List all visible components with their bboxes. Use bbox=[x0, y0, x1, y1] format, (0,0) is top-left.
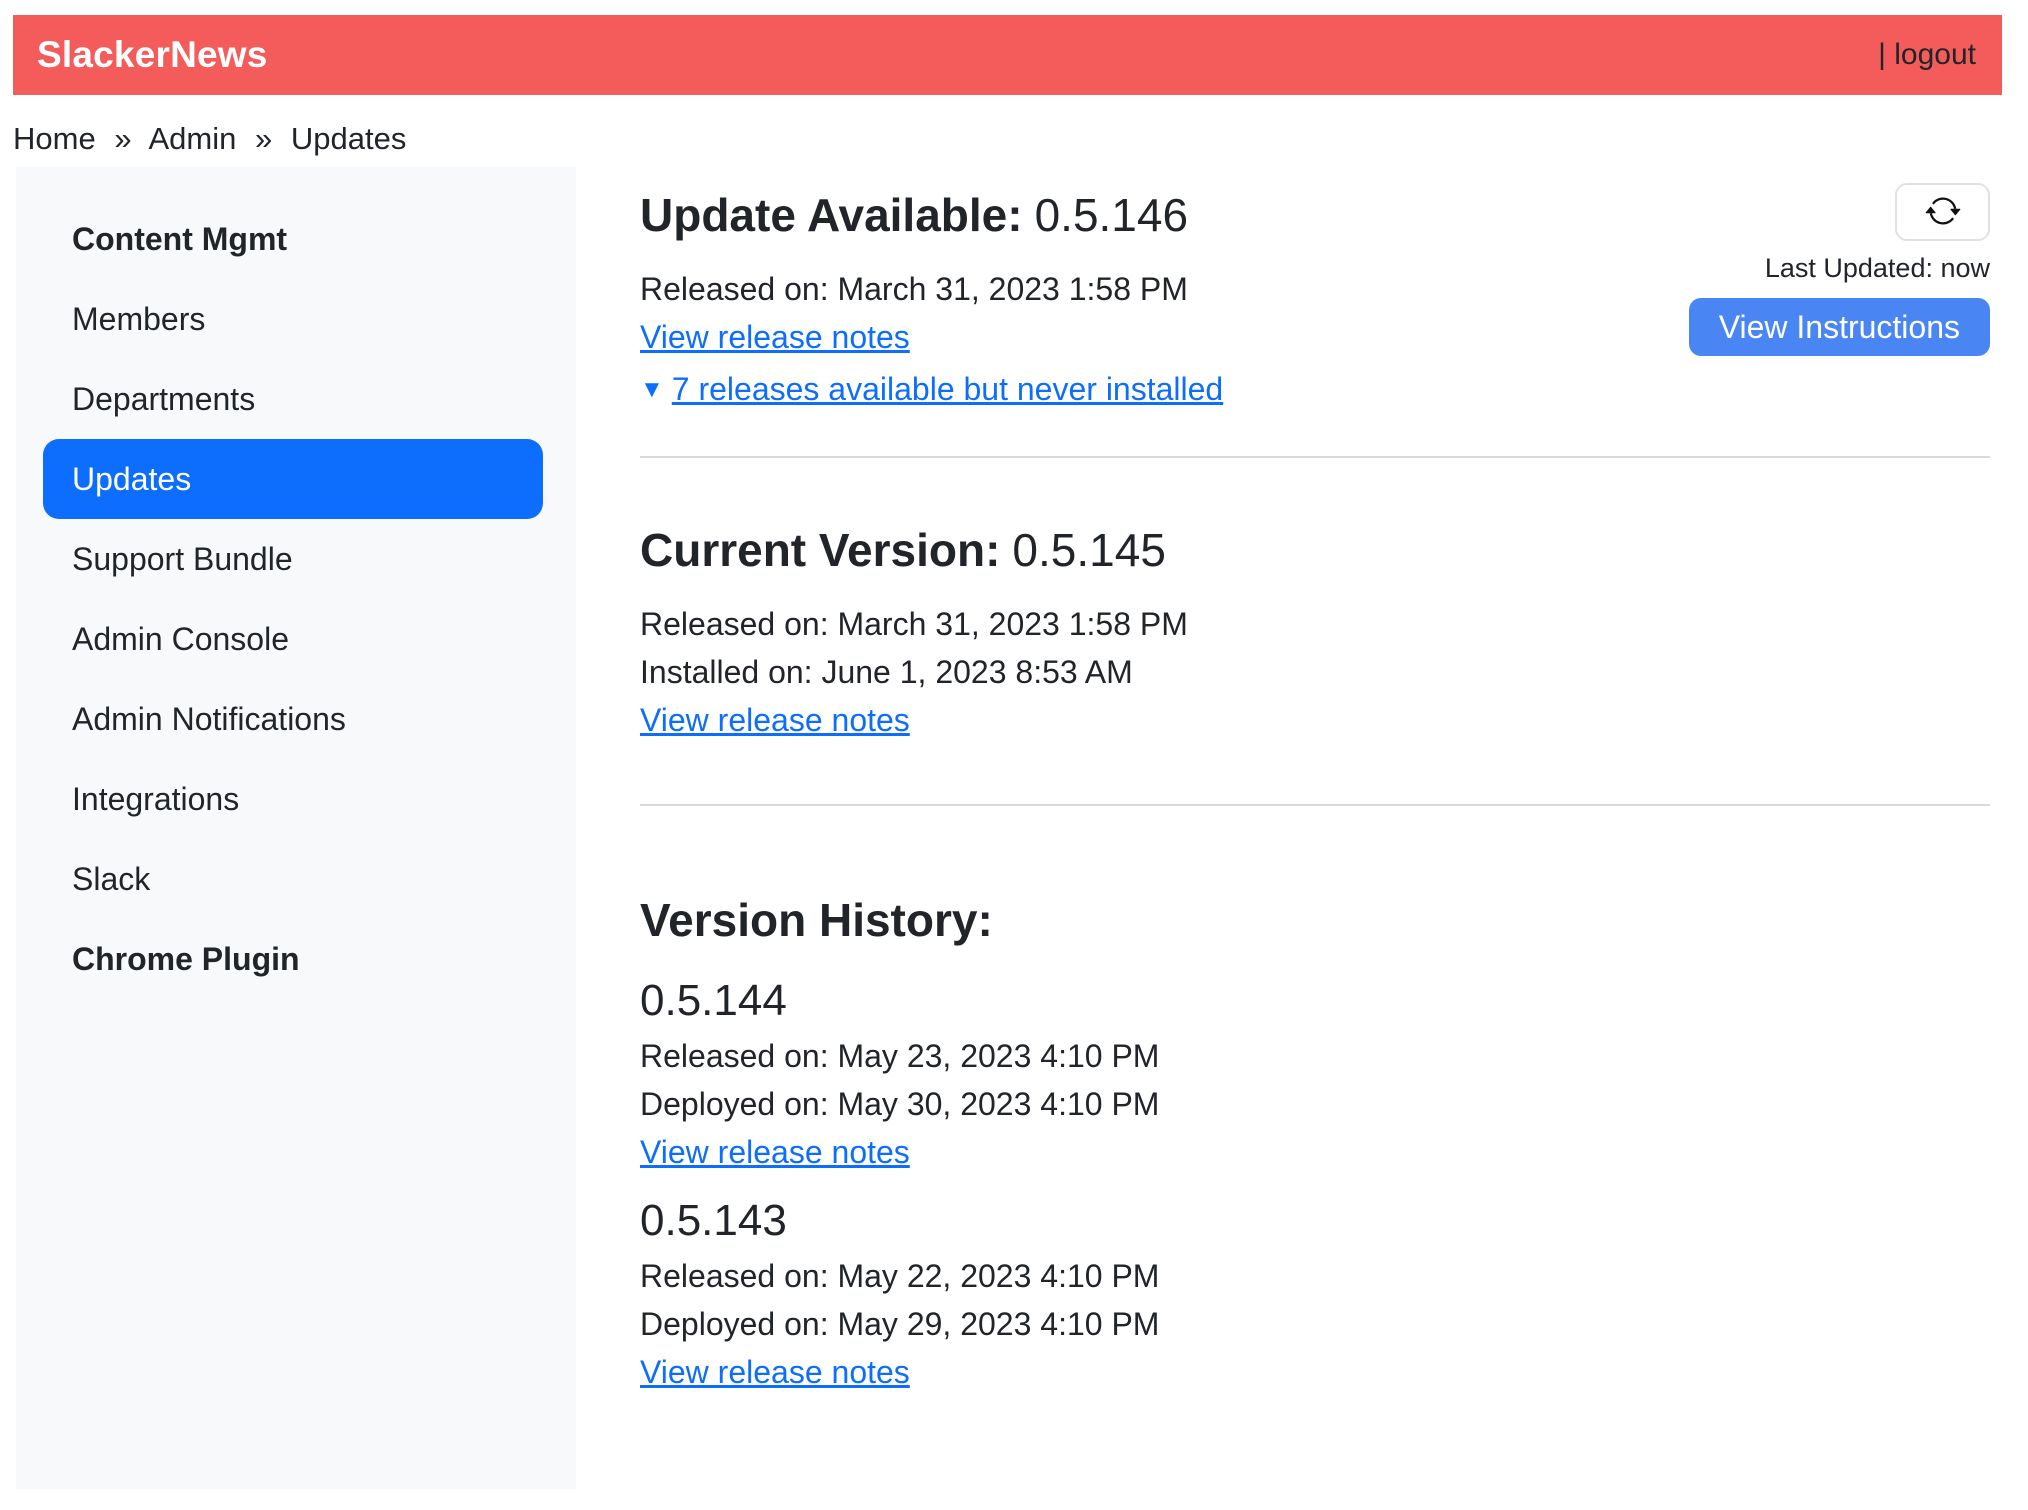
brand-title: SlackerNews bbox=[37, 34, 268, 76]
section-divider bbox=[640, 804, 1990, 806]
released-on-text: Released on: May 23, 2023 4:10 PM bbox=[640, 1032, 1990, 1080]
version-history-entry: 0.5.143 Released on: May 22, 2023 4:10 P… bbox=[640, 1190, 1990, 1396]
sidebar-item-content-mgmt[interactable]: Content Mgmt bbox=[43, 199, 543, 279]
deployed-on-text: Deployed on: May 29, 2023 4:10 PM bbox=[640, 1300, 1990, 1348]
released-on-text: Released on: March 31, 2023 1:58 PM bbox=[640, 600, 1990, 648]
current-version-label: Current Version: bbox=[640, 524, 1000, 576]
update-available-version: 0.5.146 bbox=[1035, 189, 1188, 241]
refresh-icon bbox=[1925, 193, 1961, 232]
breadcrumb-separator: » bbox=[255, 121, 272, 156]
sidebar-item-admin-console[interactable]: Admin Console bbox=[43, 599, 543, 679]
refresh-button[interactable] bbox=[1895, 183, 1990, 241]
installed-on-text: Installed on: June 1, 2023 8:53 AM bbox=[640, 648, 1990, 696]
app-header: SlackerNews | logout bbox=[13, 15, 2002, 95]
sidebar-nav: Content Mgmt Members Departments Updates… bbox=[43, 199, 543, 999]
current-version-section: Current Version:0.5.145 Released on: Mar… bbox=[640, 522, 1990, 744]
sidebar-item-integrations[interactable]: Integrations bbox=[43, 759, 543, 839]
breadcrumb-admin[interactable]: Admin bbox=[148, 121, 236, 156]
version-history-label: Version History: bbox=[640, 894, 993, 946]
page: SlackerNews | logout Home » Admin » Upda… bbox=[0, 0, 2028, 1489]
sidebar-item-chrome-plugin[interactable]: Chrome Plugin bbox=[43, 919, 543, 999]
releases-toggle-link[interactable]: ▼7 releases available but never installe… bbox=[640, 371, 1223, 407]
section-divider bbox=[640, 456, 1990, 458]
breadcrumb: Home » Admin » Updates bbox=[13, 121, 2002, 157]
deployed-on-text: Deployed on: May 30, 2023 4:10 PM bbox=[640, 1080, 1990, 1128]
refresh-cluster: Last Updated: now View Instructions bbox=[1689, 183, 1990, 356]
sidebar-item-slack[interactable]: Slack bbox=[43, 839, 543, 919]
releases-toggle-label: 7 releases available but never installed bbox=[672, 371, 1223, 407]
sidebar-item-updates[interactable]: Updates bbox=[43, 439, 543, 519]
caret-down-icon: ▼ bbox=[640, 366, 664, 414]
update-available-label: Update Available: bbox=[640, 189, 1023, 241]
main-content: Last Updated: now View Instructions Upda… bbox=[576, 167, 2002, 1489]
version-history-entry: 0.5.144 Released on: May 23, 2023 4:10 P… bbox=[640, 970, 1990, 1176]
history-version-number: 0.5.143 bbox=[640, 1190, 1990, 1252]
sidebar-item-members[interactable]: Members bbox=[43, 279, 543, 359]
sidebar-item-support-bundle[interactable]: Support Bundle bbox=[43, 519, 543, 599]
content-row: Content Mgmt Members Departments Updates… bbox=[16, 167, 2002, 1489]
view-release-notes-link[interactable]: View release notes bbox=[640, 313, 910, 361]
breadcrumb-home[interactable]: Home bbox=[13, 121, 96, 156]
history-version-number: 0.5.144 bbox=[640, 970, 1990, 1032]
view-instructions-button[interactable]: View Instructions bbox=[1689, 298, 1990, 356]
sidebar: Content Mgmt Members Departments Updates… bbox=[16, 167, 576, 1489]
sidebar-item-departments[interactable]: Departments bbox=[43, 359, 543, 439]
view-release-notes-link[interactable]: View release notes bbox=[640, 1128, 910, 1176]
version-history-section: Version History: 0.5.144 Released on: Ma… bbox=[640, 892, 1990, 1396]
breadcrumb-separator: » bbox=[114, 121, 131, 156]
sidebar-item-admin-notifications[interactable]: Admin Notifications bbox=[43, 679, 543, 759]
current-version-number: 0.5.145 bbox=[1012, 524, 1165, 576]
released-on-text: Released on: May 22, 2023 4:10 PM bbox=[640, 1252, 1990, 1300]
logout-link[interactable]: | logout bbox=[1878, 38, 1976, 72]
releases-toggle-line: ▼7 releases available but never installe… bbox=[640, 365, 1990, 420]
view-release-notes-link[interactable]: View release notes bbox=[640, 1348, 910, 1396]
last-updated-text: Last Updated: now bbox=[1689, 253, 1990, 284]
current-version-heading: Current Version:0.5.145 bbox=[640, 522, 1990, 578]
version-history-heading: Version History: bbox=[640, 892, 1990, 948]
view-release-notes-link[interactable]: View release notes bbox=[640, 696, 910, 744]
breadcrumb-updates[interactable]: Updates bbox=[291, 121, 406, 156]
